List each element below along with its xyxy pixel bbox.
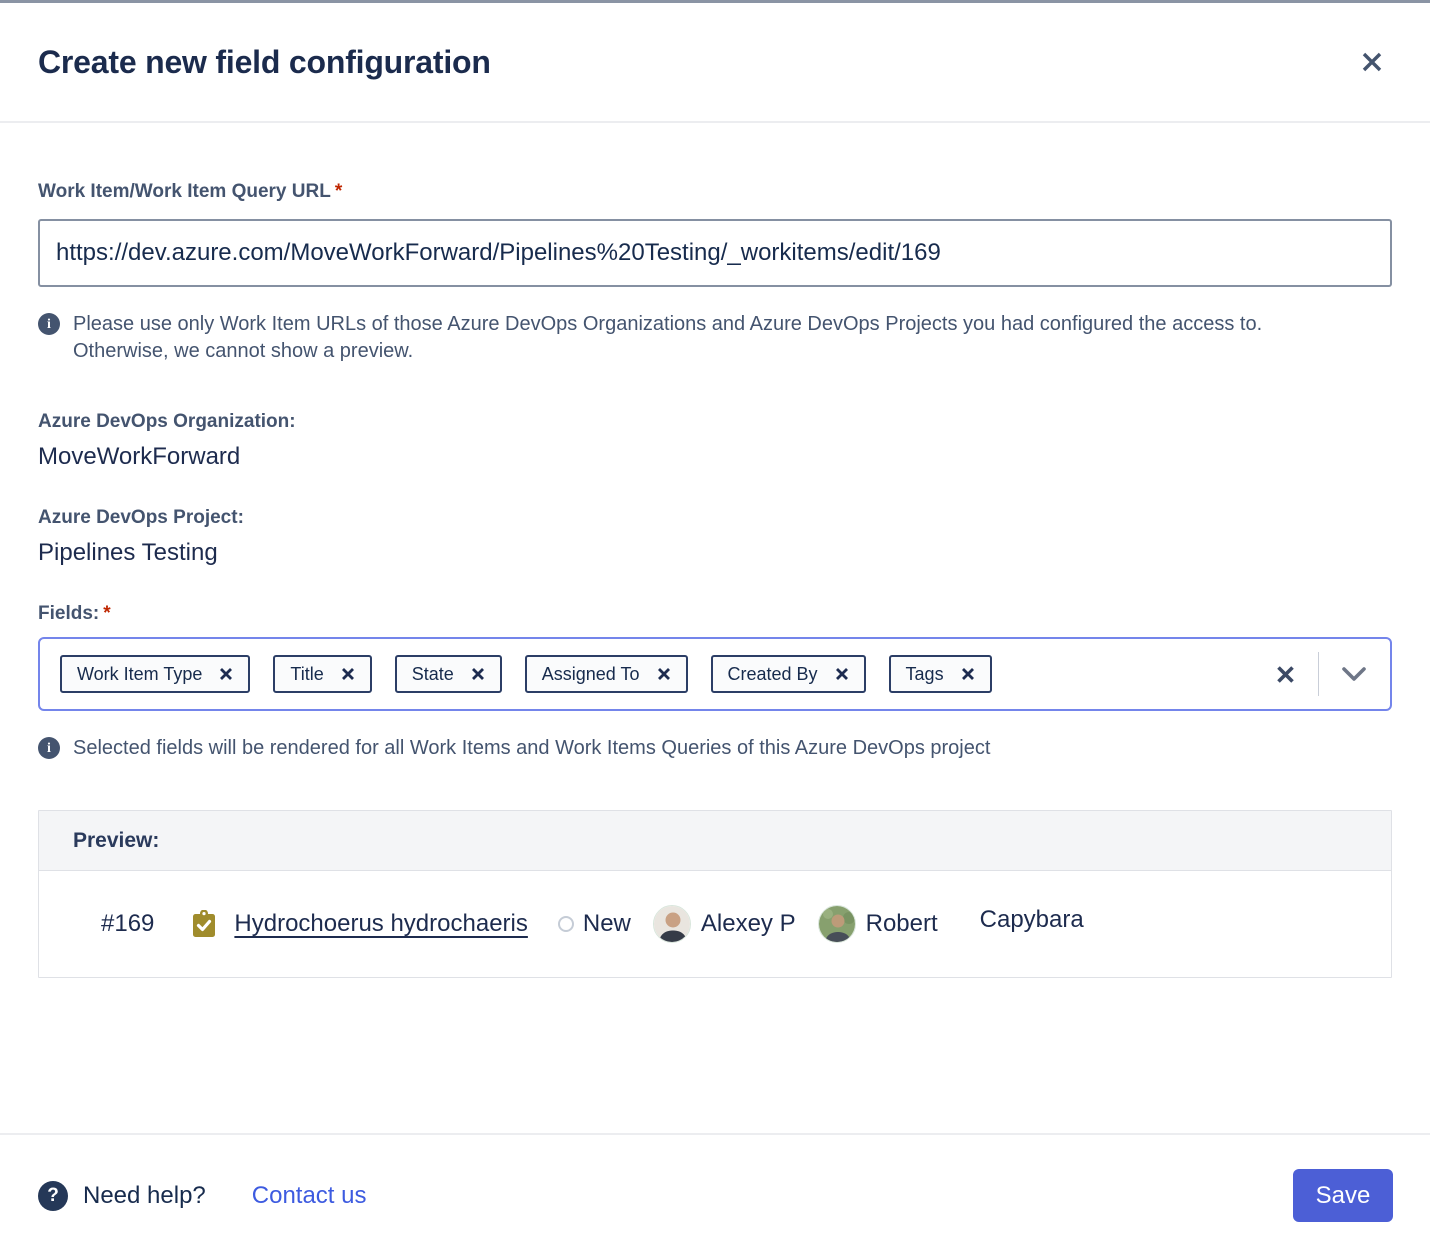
remove-field-icon[interactable] <box>341 667 355 681</box>
remove-field-icon[interactable] <box>657 667 671 681</box>
clear-all-icon[interactable] <box>1272 661 1299 688</box>
field-chip-label: Created By <box>728 664 818 685</box>
field-chip[interactable]: State <box>395 655 502 693</box>
assigned-to-avatar <box>653 905 691 943</box>
work-item-preview-row: #169 Hydrochoerus hydrochaeris New <box>39 871 1391 977</box>
org-value: MoveWorkForward <box>38 443 1392 471</box>
create-field-configuration-dialog: Create new field configuration Work Item… <box>0 0 1430 1256</box>
field-chip[interactable]: Assigned To <box>525 655 688 693</box>
multiselect-divider <box>1318 652 1319 696</box>
task-clipboard-check-icon <box>192 910 216 938</box>
fields-label: Fields:* <box>38 603 1392 625</box>
created-by-avatar <box>818 905 856 943</box>
fields-info-note: i Selected fields will be rendered for a… <box>38 735 1338 762</box>
work-item-state: New <box>583 910 631 938</box>
field-chip[interactable]: Created By <box>711 655 866 693</box>
dialog-header: Create new field configuration <box>0 3 1430 123</box>
page-title: Create new field configuration <box>38 44 491 81</box>
info-icon: i <box>38 313 60 335</box>
field-chip-label: Tags <box>906 664 944 685</box>
close-icon[interactable] <box>1350 40 1394 84</box>
info-icon: i <box>38 737 60 759</box>
url-field-label: Work Item/Work Item Query URL* <box>38 181 1392 203</box>
field-chip[interactable]: Tags <box>889 655 992 693</box>
save-button[interactable]: Save <box>1293 1169 1393 1222</box>
required-asterisk: * <box>103 603 110 624</box>
fields-multiselect[interactable]: Work Item Type Title State Assigned To Creat… <box>38 637 1392 711</box>
fields-info-note-text: Selected fields will be rendered for all… <box>73 735 990 762</box>
need-help-text: Need help? <box>83 1182 206 1210</box>
field-chip-label: Assigned To <box>542 664 640 685</box>
fields-label-text: Fields: <box>38 603 99 624</box>
chevron-down-icon[interactable] <box>1338 663 1370 685</box>
field-chip[interactable]: Work Item Type <box>60 655 250 693</box>
required-asterisk: * <box>335 181 342 202</box>
preview-header: Preview: <box>39 811 1391 871</box>
url-info-note-text: Please use only Work Item URLs of those … <box>73 311 1338 365</box>
work-item-id: #169 <box>101 910 154 938</box>
help-icon[interactable]: ? <box>38 1181 68 1211</box>
contact-us-link[interactable]: Contact us <box>252 1182 367 1210</box>
dialog-body: Work Item/Work Item Query URL* i Please … <box>0 123 1430 1133</box>
remove-field-icon[interactable] <box>219 667 233 681</box>
assigned-to-name: Alexey P <box>701 910 796 938</box>
project-label: Azure DevOps Project: <box>38 507 1392 529</box>
state-circle-icon <box>558 916 574 932</box>
fields-chips: Work Item Type Title State Assigned To Creat… <box>60 655 992 693</box>
field-chip[interactable]: Title <box>273 655 371 693</box>
field-chip-label: Work Item Type <box>77 664 202 685</box>
org-label: Azure DevOps Organization: <box>38 411 1392 433</box>
work-item-url-input[interactable] <box>38 219 1392 287</box>
field-chip-label: State <box>412 664 454 685</box>
remove-field-icon[interactable] <box>835 667 849 681</box>
multiselect-controls <box>1272 652 1370 696</box>
remove-field-icon[interactable] <box>471 667 485 681</box>
preview-panel: Preview: #169 Hydrochoerus hydrochaeris … <box>38 810 1392 978</box>
url-info-note: i Please use only Work Item URLs of thos… <box>38 311 1338 365</box>
project-value: Pipelines Testing <box>38 539 1392 567</box>
remove-field-icon[interactable] <box>961 667 975 681</box>
url-field-label-text: Work Item/Work Item Query URL <box>38 181 331 202</box>
dialog-footer: ? Need help? Contact us Save <box>0 1133 1430 1256</box>
created-by-name: Robert <box>866 910 938 938</box>
work-item-title-link[interactable]: Hydrochoerus hydrochaeris <box>234 910 527 938</box>
field-chip-label: Title <box>290 664 323 685</box>
work-item-tags: Capybara <box>980 906 1084 934</box>
